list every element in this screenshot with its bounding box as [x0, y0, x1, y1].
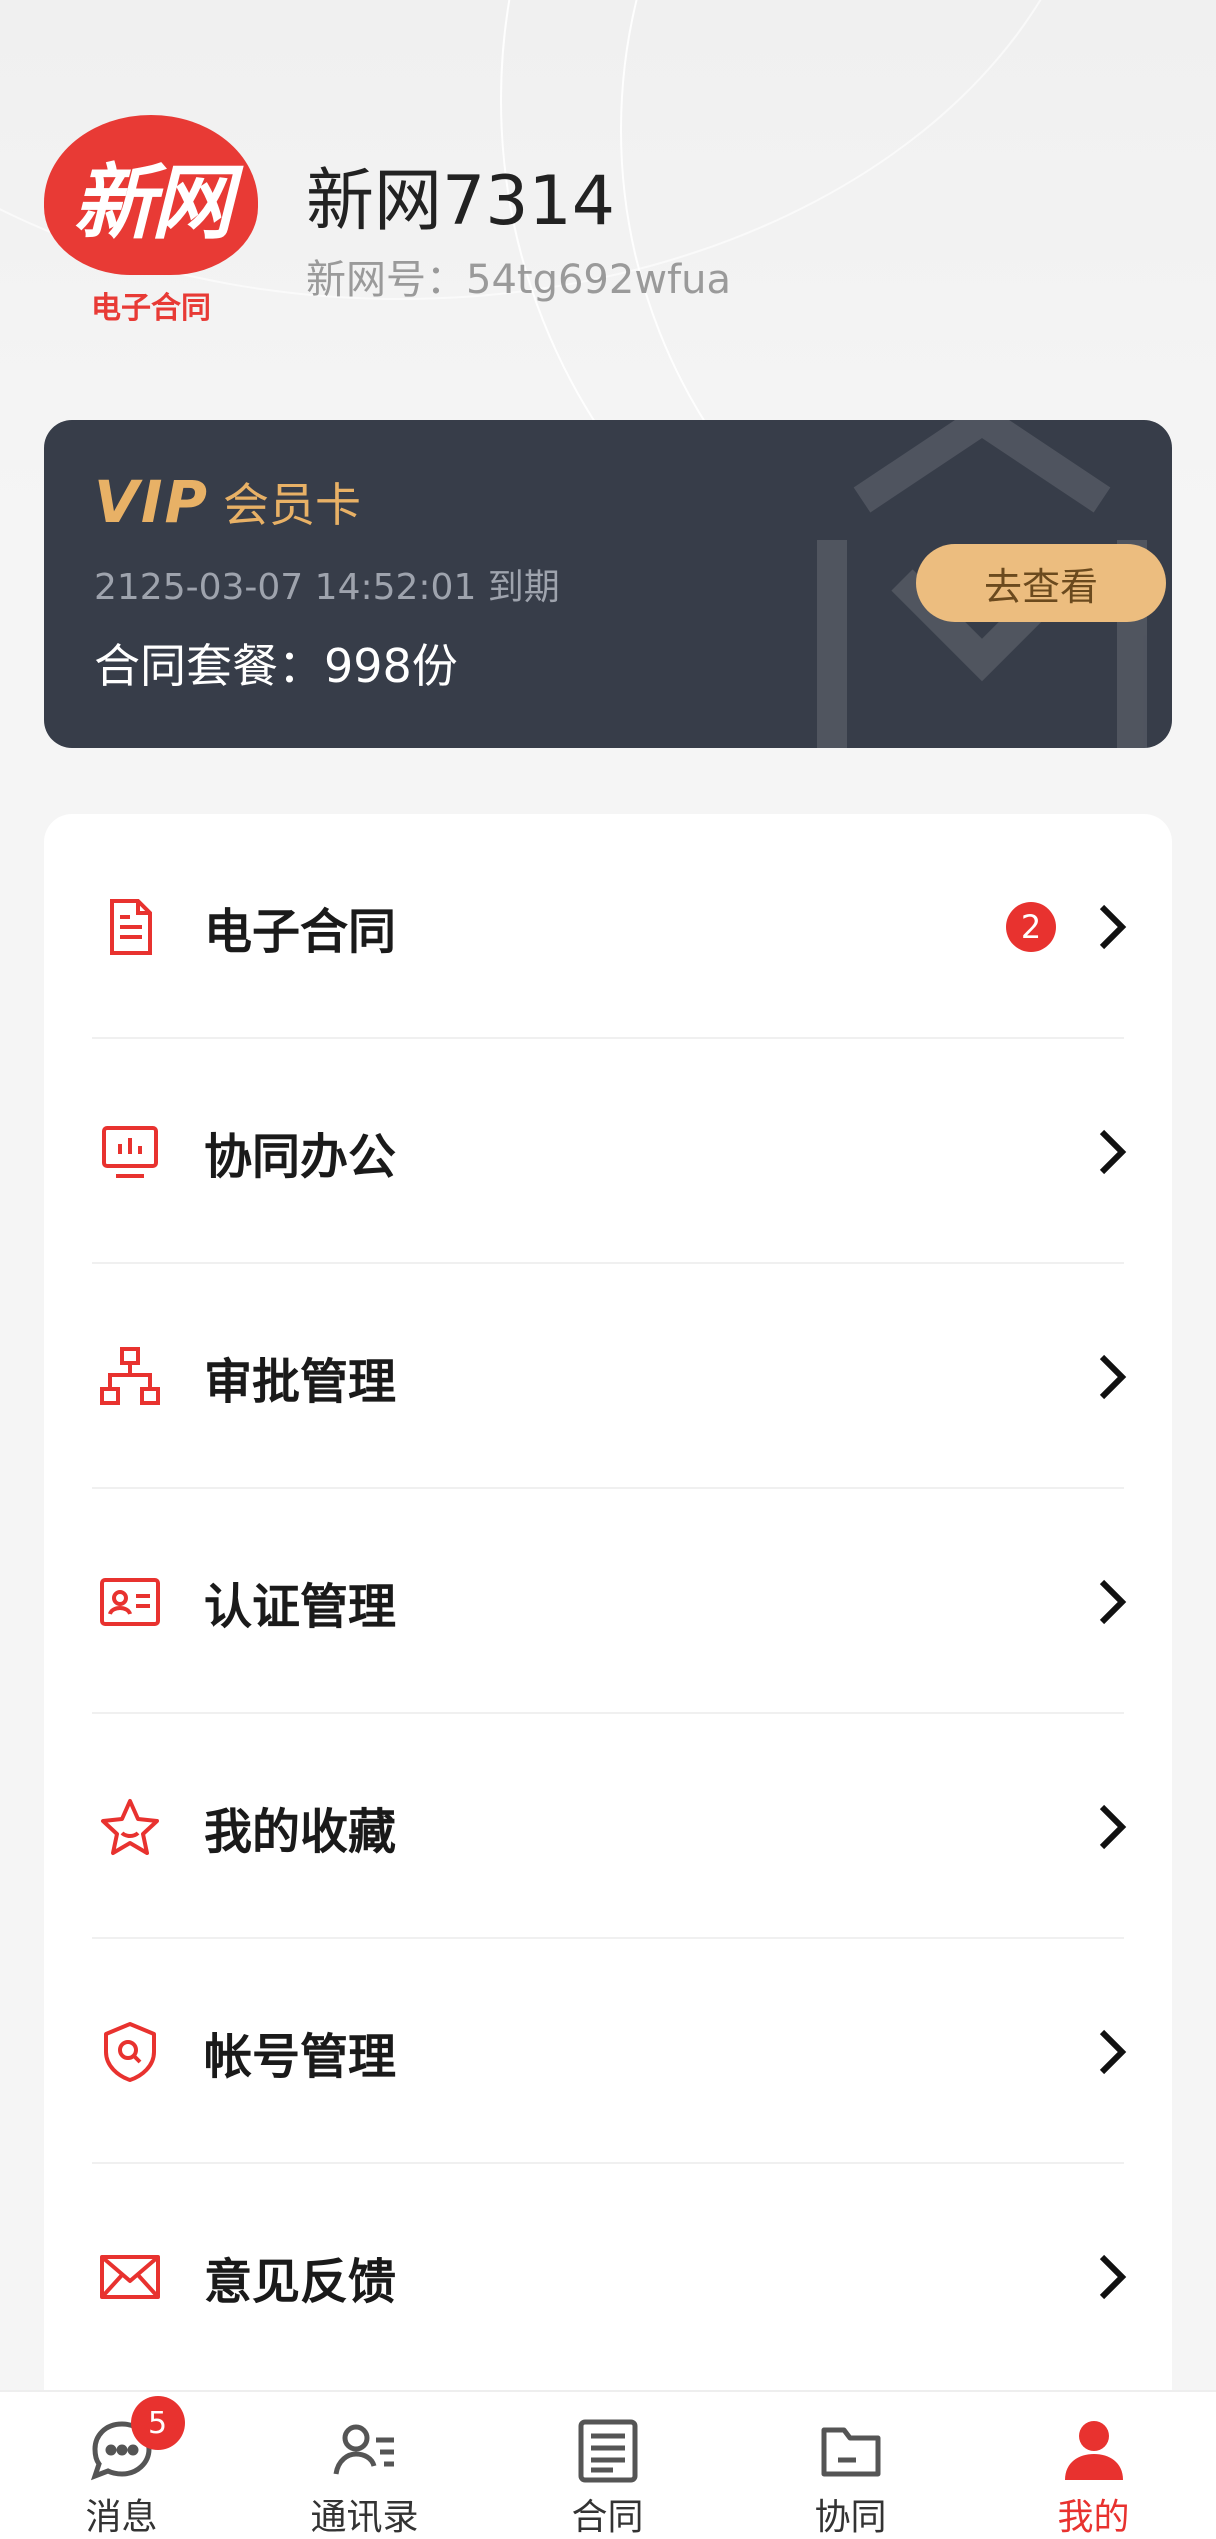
bottom-tab-bar: 5 消息 通讯录 合同 协同 我的: [0, 2390, 1216, 2539]
view-vip-button[interactable]: 去查看: [916, 544, 1166, 622]
id-card-icon: [100, 1577, 160, 1626]
chevron-right-icon: [1099, 2254, 1127, 2299]
menu-item-feedback[interactable]: 意见反馈: [44, 2164, 1172, 2389]
mail-icon: [100, 2254, 160, 2299]
chevron-right-icon: [1099, 1579, 1127, 1624]
user-id: 新网号：54tg692wfua: [306, 257, 731, 303]
tab-profile[interactable]: 我的: [972, 2392, 1215, 2539]
menu-item-label: 认证管理: [204, 1578, 397, 1635]
menu-item-label: 电子合同: [204, 903, 397, 960]
contacts-icon: [333, 2424, 394, 2475]
chevron-right-icon: [1099, 2029, 1127, 2074]
menu-item-account[interactable]: 帐号管理: [44, 1939, 1172, 2164]
menu-item-label: 帐号管理: [204, 2028, 397, 2085]
message-count-badge: 5: [130, 2396, 185, 2450]
chevron-right-icon: [1099, 1354, 1127, 1399]
chevron-right-icon: [1099, 1129, 1127, 1174]
menu-item-label: 协同办公: [204, 1128, 397, 1185]
notification-badge: 2: [1006, 901, 1056, 952]
vip-card-label: 会员卡: [222, 478, 361, 532]
tab-collab[interactable]: 协同: [729, 2392, 972, 2539]
menu-list: 电子合同 2 协同办公 审批管理 认证管理 我的收藏 帐号管理 意见反馈: [44, 814, 1172, 2414]
star-icon: [101, 1798, 159, 1855]
shield-icon: [104, 2021, 156, 2082]
menu-item-verification[interactable]: 认证管理: [44, 1489, 1172, 1714]
menu-item-collab-office[interactable]: 协同办公: [44, 1039, 1172, 1264]
vip-card[interactable]: VIP 会员卡 2125-03-07 14:52:01 到期 合同套餐：998份…: [44, 420, 1172, 748]
tab-label: 我的: [1057, 2497, 1130, 2538]
folder-icon: [821, 2427, 880, 2477]
vip-badge: VIP: [94, 468, 209, 536]
tab-label: 通讯录: [310, 2497, 419, 2538]
logo: 新网: [44, 115, 258, 275]
contract-icon: [578, 2419, 637, 2483]
menu-item-label: 审批管理: [204, 1353, 397, 1410]
username: 新网7314: [306, 162, 616, 241]
contract-plan: 合同套餐：998份: [94, 639, 458, 693]
menu-item-favorites[interactable]: 我的收藏: [44, 1714, 1172, 1939]
document-icon: [110, 898, 152, 955]
tab-contacts[interactable]: 通讯录: [243, 2392, 486, 2539]
avatar[interactable]: 新网 电子合同: [44, 115, 258, 329]
tab-label: 协同: [814, 2497, 887, 2538]
menu-item-approval[interactable]: 审批管理: [44, 1264, 1172, 1489]
tab-messages[interactable]: 5 消息: [0, 2392, 243, 2539]
tab-label: 消息: [85, 2497, 158, 2538]
tab-label: 合同: [571, 2497, 644, 2538]
org-chart-icon: [100, 1346, 160, 1405]
menu-item-label: 我的收藏: [204, 1803, 397, 1860]
monitor-icon: [102, 1125, 158, 1178]
vip-expire-date: 2125-03-07 14:52:01 到期: [94, 567, 560, 608]
person-icon: [1064, 2421, 1123, 2480]
menu-item-label: 意见反馈: [204, 2253, 397, 2310]
tab-contracts[interactable]: 合同: [486, 2392, 729, 2539]
chevron-right-icon: [1099, 904, 1127, 949]
profile-header[interactable]: 新网 电子合同 新网7314 新网号：54tg692wfua: [44, 115, 1174, 335]
menu-item-e-contract[interactable]: 电子合同 2: [44, 814, 1172, 1039]
chevron-right-icon: [1099, 1804, 1127, 1849]
logo-subtitle: 电子合同: [91, 291, 211, 326]
